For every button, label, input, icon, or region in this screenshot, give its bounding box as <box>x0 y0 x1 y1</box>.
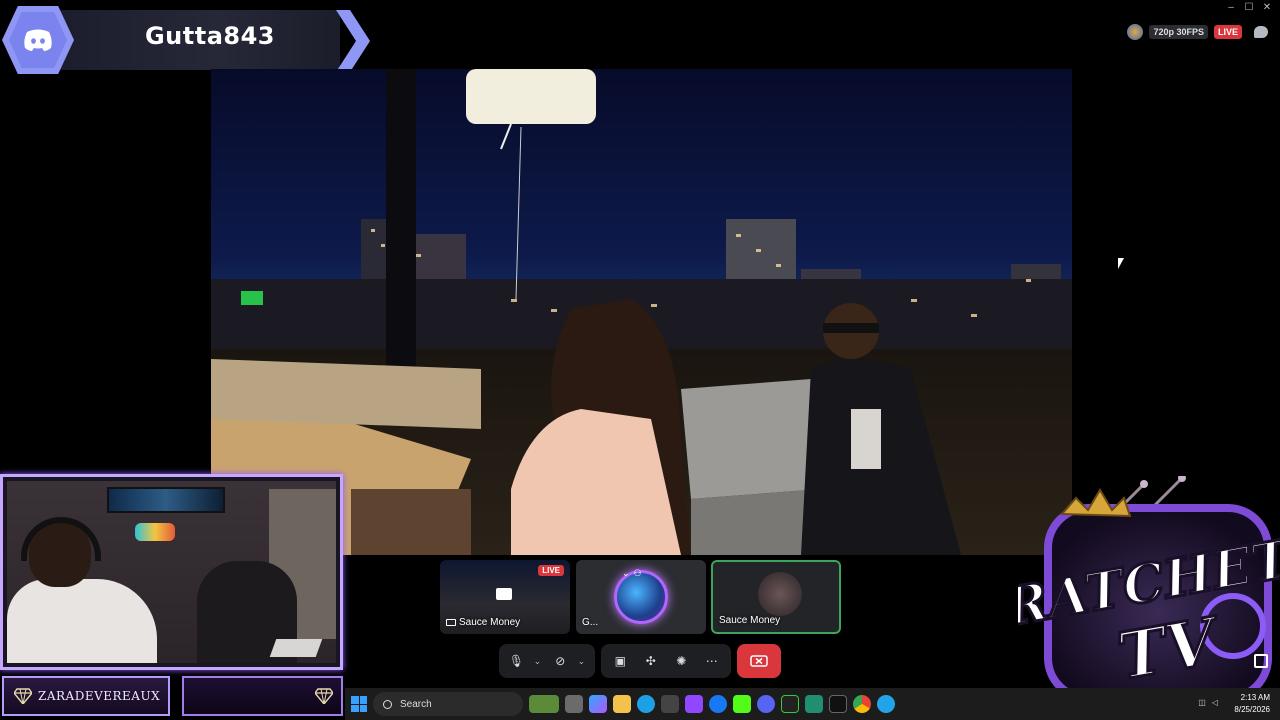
chrome-icon[interactable] <box>853 695 871 713</box>
mouse-cursor <box>1118 258 1124 269</box>
chevron-down-icon[interactable]: ⌄ <box>622 568 630 579</box>
screen-share-icon <box>496 588 512 600</box>
desk-item <box>269 639 323 657</box>
banner-username: Gutta843 <box>144 22 276 50</box>
nvidia-icon[interactable] <box>781 695 799 713</box>
volume-icon[interactable]: ◁ <box>1212 698 1218 707</box>
participant-tile-speaking[interactable]: Sauce Money <box>711 560 841 634</box>
share-screen-button[interactable]: ▣ <box>610 651 630 671</box>
participant-tile-avatar[interactable]: ⌄ ⚇ G... <box>576 560 706 634</box>
monitor-icon <box>446 619 456 626</box>
tile-label: Sauce Money <box>446 617 520 628</box>
mic-options-caret[interactable]: ⌄ <box>534 656 543 667</box>
camera-options-caret[interactable]: ⌄ <box>578 656 587 667</box>
facebook-icon[interactable] <box>709 695 727 713</box>
headphones <box>21 517 101 561</box>
shelf-toy <box>135 523 175 541</box>
participant-avatar <box>758 572 802 616</box>
more-options-button[interactable]: ⋯ <box>702 651 722 671</box>
activities-button[interactable]: ✣ <box>641 651 661 671</box>
window-controls: – ☐ ✕ <box>1224 2 1274 13</box>
windows-taskbar: Search ◫ ◁ 2:13 AM 8/25/2026 <box>345 688 1280 720</box>
call-action-controls: ▣ ✣ ✺ ⋯ <box>601 644 731 678</box>
streamer-name: ZARADEVEREAUX <box>38 689 161 703</box>
audio-video-controls: 🎙 ⌄ ⊘ ⌄ <box>499 644 595 678</box>
widgets-icon[interactable] <box>529 695 559 713</box>
search-icon <box>383 699 392 709</box>
chat-app-icon[interactable] <box>805 695 823 713</box>
close-button[interactable]: ✕ <box>1260 2 1274 13</box>
store-icon[interactable] <box>661 695 679 713</box>
soundboard-button[interactable]: ✺ <box>671 651 691 671</box>
chat-icon[interactable] <box>1254 26 1268 38</box>
ratchet-tv-logo: RATCHET TV <box>1018 476 1280 702</box>
system-tray: ◫ ◁ <box>1198 698 1218 707</box>
participant-name: Sauce Money <box>719 615 781 626</box>
discord-icon[interactable] <box>757 695 775 713</box>
file-explorer-icon[interactable] <box>613 695 631 713</box>
live-badge: LIVE <box>1213 25 1242 39</box>
twitch-icon[interactable] <box>685 695 703 713</box>
streamer-body <box>7 579 157 663</box>
webcam-overlay <box>0 474 343 670</box>
clock[interactable]: 2:13 AM 8/25/2026 <box>1234 692 1270 716</box>
disconnect-button[interactable] <box>737 644 781 678</box>
minimize-button[interactable]: – <box>1224 2 1238 13</box>
clock-date: 8/25/2026 <box>1234 705 1270 714</box>
camera-off-button[interactable]: ⊘ <box>551 651 570 671</box>
tv-screen <box>107 487 225 513</box>
diamond-icon <box>14 688 32 704</box>
participant-tile-stream[interactable]: LIVE Sauce Money <box>440 560 570 634</box>
network-icon[interactable]: ◫ <box>1198 698 1206 707</box>
edge-icon[interactable] <box>637 695 655 713</box>
task-view-icon[interactable] <box>565 695 583 713</box>
search-placeholder: Search <box>400 698 432 710</box>
microphone-button[interactable]: 🎙 <box>507 651 526 671</box>
tile-hover-icons: ⌄ ⚇ <box>622 568 642 579</box>
tile-label: G... <box>582 617 598 628</box>
tradingview-icon[interactable] <box>829 695 847 713</box>
browser-icon[interactable] <box>877 695 895 713</box>
copilot-icon[interactable] <box>589 695 607 713</box>
tile-live-badge: LIVE <box>538 565 564 576</box>
clock-time: 2:13 AM <box>1240 693 1270 702</box>
fullscreen-icon[interactable] <box>1254 654 1268 668</box>
participant-name: G... <box>582 617 599 628</box>
participant-name: Sauce Money <box>459 617 521 628</box>
users-icon[interactable]: ⚇ <box>634 568 642 579</box>
streamer-avatar[interactable] <box>1127 24 1144 40</box>
kick-icon[interactable] <box>733 695 751 713</box>
maximize-button[interactable]: ☐ <box>1242 2 1256 13</box>
streamer-name-plate: ZARADEVEREAUX <box>2 676 170 716</box>
tile-label: Sauce Money <box>719 615 780 626</box>
stream-status: 720p 30FPS LIVE <box>1127 24 1268 40</box>
diamond-icon <box>315 688 333 704</box>
hangup-icon <box>750 655 768 667</box>
taskbar-search[interactable]: Search <box>373 692 523 716</box>
windows-start-icon[interactable] <box>351 696 367 712</box>
user-banner: Gutta843 <box>0 4 372 74</box>
chevron-right-icon <box>336 10 370 72</box>
quality-badge: 720p 30FPS <box>1149 25 1208 39</box>
name-plate-decoration <box>182 676 343 716</box>
